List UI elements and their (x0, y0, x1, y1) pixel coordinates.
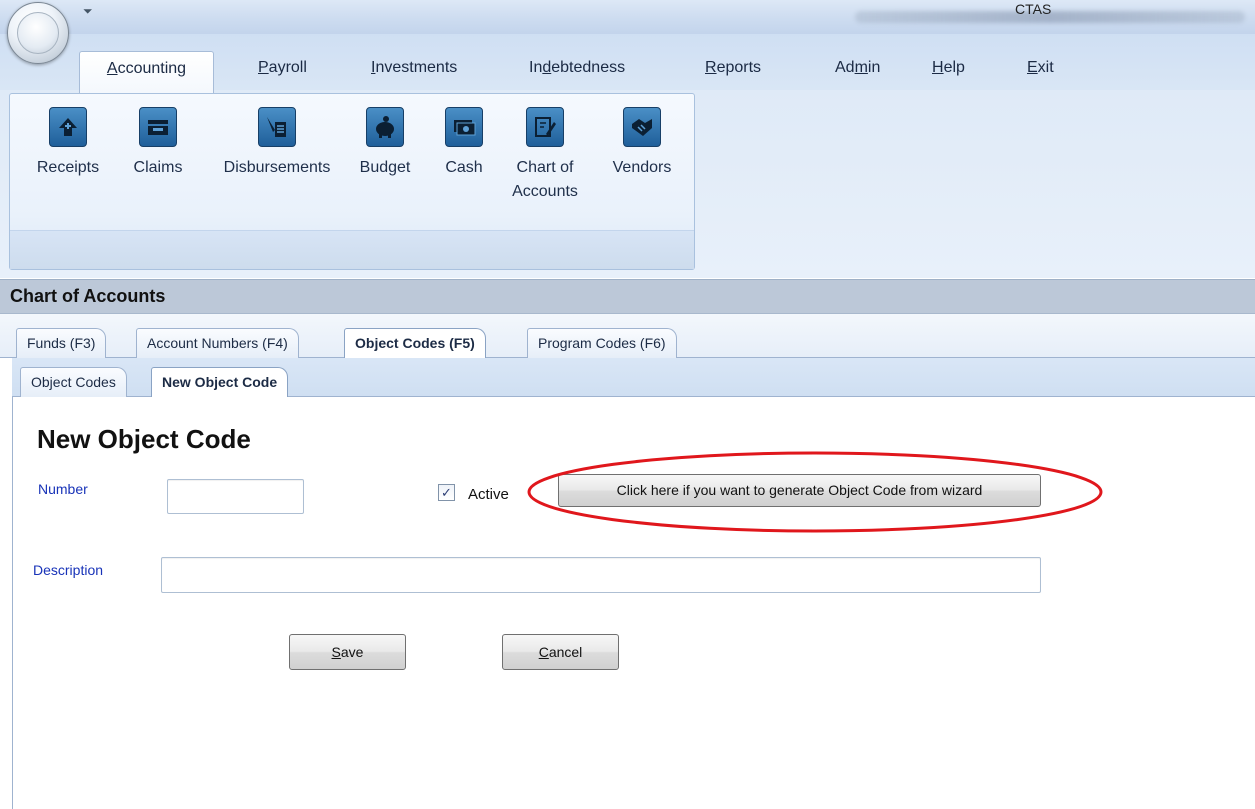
ribbon-group-footer (10, 230, 694, 269)
ribbon-tab-payroll[interactable]: Payroll (256, 56, 309, 80)
subtab-object-codes[interactable]: Object Codes (20, 367, 127, 397)
generate-object-code-wizard-button[interactable]: Click here if you want to generate Objec… (558, 474, 1041, 507)
ribbon-button-label-line2: Accounts (512, 183, 578, 200)
ribbon-tab-accounting[interactable]: Accounting (79, 51, 214, 93)
ribbon-button-receipts[interactable]: Receipts (32, 107, 104, 180)
content-panel (12, 397, 1255, 809)
ribbon-button-label: Chart of (516, 159, 574, 176)
ribbon-button-chart-of-accounts[interactable]: Chart of Accounts (504, 107, 586, 204)
ribbon-button-label: Disbursements (223, 159, 331, 176)
ribbon-panel: Receipts Claims Disbursements Budget Cash Cha… (0, 90, 1255, 278)
ribbon-button-label: Receipts (36, 159, 100, 176)
application-orb-icon (17, 12, 59, 54)
tab-program-codes-f6[interactable]: Program Codes (F6) (527, 328, 677, 358)
active-label: Active (468, 486, 509, 503)
description-label: Description (33, 562, 104, 578)
ribbon-tab-indebtedness[interactable]: Indebtedness (527, 56, 627, 80)
tab-funds-f3[interactable]: Funds (F3) (16, 328, 107, 358)
ribbon-button-budget[interactable]: Budget (356, 107, 414, 180)
ribbon-tab-help[interactable]: Help (930, 56, 967, 80)
quick-access-toolbar[interactable]: ⏷ (83, 4, 203, 22)
ribbon-tab-admin[interactable]: Admin (833, 56, 882, 80)
ribbon-button-cash[interactable]: Cash (438, 107, 490, 180)
page-title: New Object Code (37, 424, 251, 454)
number-label: Number (38, 481, 88, 497)
pen-ledger-icon (258, 107, 296, 147)
ribbon-button-label: Vendors (612, 159, 672, 176)
tab-account-numbers-f4[interactable]: Account Numbers (F4) (136, 328, 299, 358)
accounting-ribbon-group: Receipts Claims Disbursements Budget Cash Cha… (9, 93, 695, 270)
ribbon-tab-investments[interactable]: Investments (369, 56, 459, 80)
tab-object-codes-f5[interactable]: Object Codes (F5) (344, 328, 486, 358)
piggy-bank-icon (366, 107, 404, 147)
check-mark-icon: ✓ (441, 485, 452, 500)
active-checkbox[interactable]: ✓ (438, 484, 455, 501)
ribbon-button-claims[interactable]: Claims (128, 107, 188, 180)
customize-quick-access-icon[interactable]: ⏷ (83, 4, 93, 19)
section-header: Chart of Accounts (0, 279, 1255, 314)
receipt-arrow-icon (49, 107, 87, 147)
cancel-button-label: Cancel (538, 644, 583, 660)
subtab-new-object-code[interactable]: New Object Code (151, 367, 289, 397)
handshake-icon (623, 107, 661, 147)
save-button-label: Save (331, 644, 364, 660)
document-edit-icon (526, 107, 564, 147)
inbox-tray-icon (139, 107, 177, 147)
ribbon-button-label: Cash (445, 159, 483, 176)
app-title: CTAS (1015, 1, 1052, 17)
ribbon-tab-reports[interactable]: Reports (703, 56, 763, 80)
application-menu-button[interactable] (7, 2, 69, 64)
ribbon-button-disbursements[interactable]: Disbursements (207, 107, 347, 180)
section-title: Chart of Accounts (10, 286, 166, 306)
save-button[interactable]: Save (289, 634, 406, 670)
ribbon-tab-exit[interactable]: Exit (1025, 56, 1056, 80)
cancel-button[interactable]: Cancel (502, 634, 619, 670)
ribbon-button-label: Claims (133, 159, 183, 176)
cash-bills-icon (445, 107, 483, 147)
title-bar: ⏷ CTAS (0, 0, 1255, 34)
ribbon-button-vendors[interactable]: Vendors (602, 107, 682, 180)
description-input[interactable] (161, 557, 1041, 593)
ribbon-button-label: Budget (359, 159, 411, 176)
number-input[interactable] (167, 479, 304, 514)
